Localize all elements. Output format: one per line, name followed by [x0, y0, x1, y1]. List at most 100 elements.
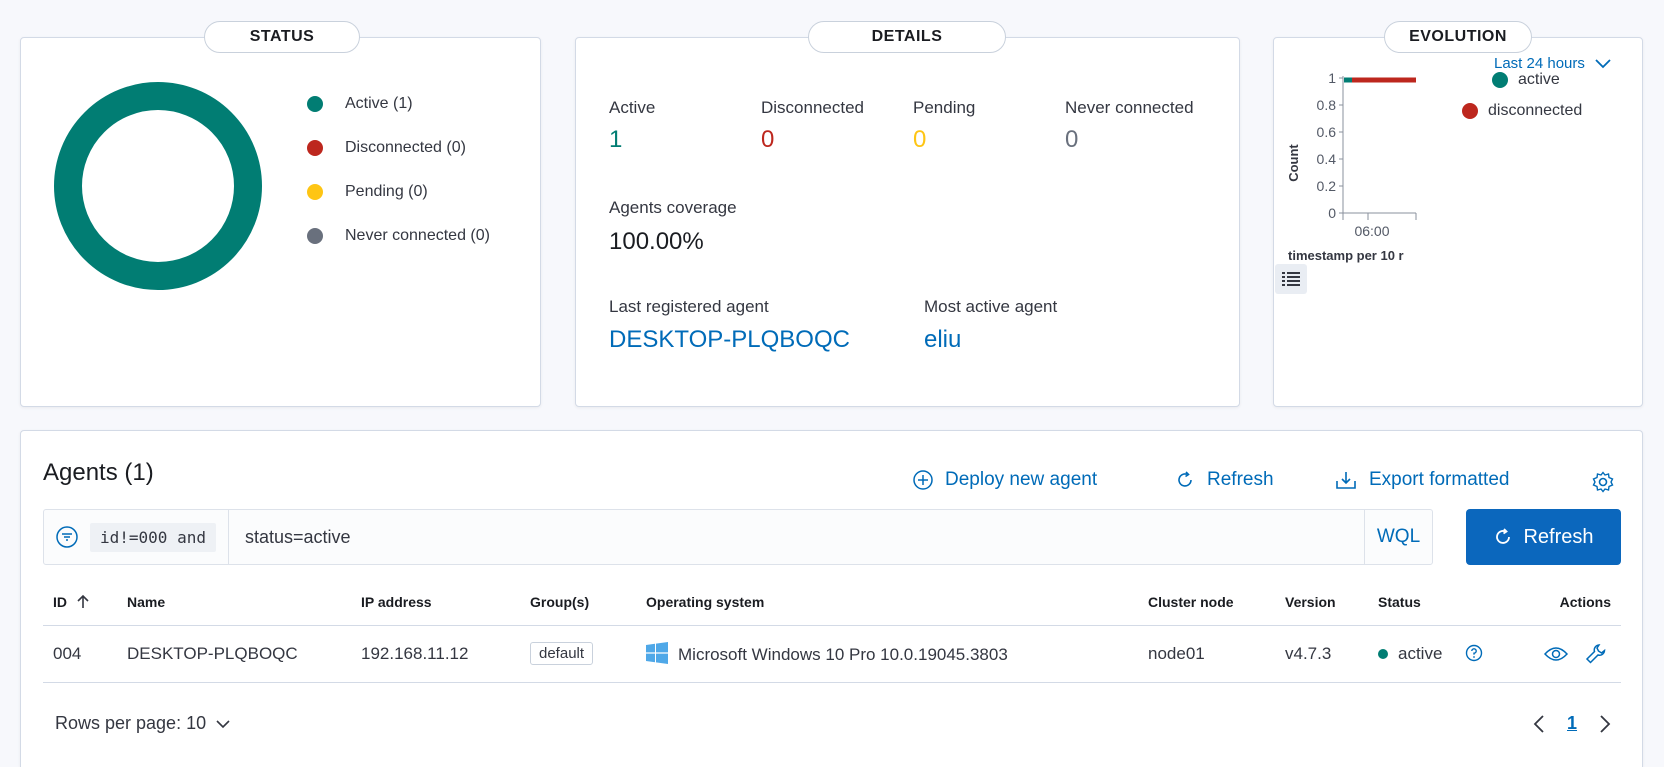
cell-os: Microsoft Windows 10 Pro 10.0.19045.3803 — [636, 625, 1138, 683]
legend-item-active[interactable]: Active (1) — [307, 82, 490, 126]
legend-label: Disconnected (0) — [345, 139, 466, 156]
filter-button[interactable] — [44, 526, 90, 548]
disconnected-label: Disconnected — [761, 98, 865, 117]
gear-icon — [1592, 471, 1614, 493]
pagination: 1 — [1533, 713, 1611, 734]
cell-actions — [1518, 625, 1621, 683]
chevron-down-icon — [216, 719, 230, 728]
col-group[interactable]: Group(s) — [520, 579, 636, 626]
sort-ascending-icon — [77, 594, 89, 608]
group-badge[interactable]: default — [530, 642, 594, 665]
y-tick: 0 — [1328, 205, 1336, 221]
legend-label: active — [1518, 71, 1560, 88]
refresh-icon — [1496, 528, 1511, 544]
query-prefix-chip: id!=000 and — [90, 522, 216, 552]
search-bar: id!=000 and WQL — [43, 509, 1433, 565]
agents-table: ID Name IP address Group(s) Operating sy… — [43, 579, 1621, 683]
legend-item-disconnected[interactable]: Disconnected (0) — [307, 126, 490, 170]
never-connected-count[interactable]: 0 — [1065, 126, 1078, 154]
rows-per-page-selector[interactable]: Rows per page: 10 — [55, 713, 230, 734]
chevron-right-icon[interactable] — [1599, 714, 1611, 733]
cell-id: 004 — [43, 625, 117, 683]
y-axis-label: Count — [1286, 144, 1301, 182]
legend-item-never-connected[interactable]: Never connected (0) — [307, 214, 490, 258]
most-active-agent-link[interactable]: eliu — [924, 326, 961, 354]
legend-label: disconnected — [1488, 102, 1583, 119]
details-panel: DETAILS Active 1 Disconnected 0 Pending … — [575, 21, 1240, 407]
col-status[interactable]: Status — [1368, 579, 1518, 626]
table-row[interactable]: 004 DESKTOP-PLQBOQC 192.168.11.12 defaul… — [43, 625, 1621, 683]
active-count[interactable]: 1 — [609, 126, 622, 154]
evolution-chart[interactable]: Count 1 0.8 0.6 0.4 0.2 0 06:00 timestam… — [1276, 68, 1426, 263]
x-tick: 06:00 — [1354, 223, 1389, 239]
cell-name: DESKTOP-PLQBOQC — [117, 625, 351, 683]
refresh-button[interactable]: Refresh — [1466, 509, 1621, 565]
status-dot-icon — [1378, 649, 1388, 660]
last-registered-agent-link[interactable]: DESKTOP-PLQBOQC — [609, 326, 850, 354]
export-formatted-button[interactable]: Export formatted — [1335, 469, 1509, 491]
col-name[interactable]: Name — [117, 579, 351, 626]
last-registered-label: Last registered agent — [609, 297, 769, 316]
toggle-data-table-button[interactable] — [1275, 264, 1307, 294]
disconnected-count[interactable]: 0 — [761, 126, 774, 154]
coverage-value: 100.00% — [609, 228, 704, 255]
active-dot-icon — [307, 96, 323, 112]
evo-legend-disconnected[interactable]: disconnected — [1462, 102, 1582, 120]
windows-icon — [646, 642, 668, 664]
col-node[interactable]: Cluster node — [1138, 579, 1275, 626]
pending-label: Pending — [913, 98, 976, 117]
status-legend: Active (1) Disconnected (0) Pending (0) … — [307, 82, 490, 258]
time-range-selector[interactable]: Last 24 hours — [1494, 55, 1611, 72]
eye-icon[interactable] — [1544, 645, 1569, 663]
active-label: Active — [609, 98, 656, 117]
col-actions: Actions — [1518, 579, 1621, 626]
coverage-label: Agents coverage — [609, 198, 737, 217]
os-label: Microsoft Windows 10 Pro 10.0.19045.3803 — [678, 645, 1008, 664]
refresh-label: Refresh — [1207, 469, 1274, 490]
never-connected-dot-icon — [307, 228, 323, 244]
col-version[interactable]: Version — [1275, 579, 1368, 626]
refresh-link-button[interactable]: Refresh — [1175, 469, 1274, 491]
legend-label: Never connected (0) — [345, 227, 490, 244]
cell-group: default — [520, 625, 636, 683]
table-header-row: ID Name IP address Group(s) Operating sy… — [43, 579, 1621, 626]
disconnected-dot-icon — [1462, 103, 1478, 119]
search-input[interactable] — [228, 510, 1364, 564]
refresh-button-label: Refresh — [1523, 525, 1594, 548]
legend-item-pending[interactable]: Pending (0) — [307, 170, 490, 214]
list-icon — [1282, 272, 1300, 286]
help-icon[interactable] — [1465, 644, 1483, 662]
y-tick: 1 — [1328, 70, 1336, 86]
cell-version: v4.7.3 — [1275, 625, 1368, 683]
pending-count[interactable]: 0 — [913, 126, 926, 154]
agents-panel: Agents (1) Deploy new agent Refresh Expo… — [20, 430, 1643, 767]
agents-title: Agents (1) — [43, 459, 154, 486]
status-panel: STATUS Active (1) Disconnected (0) Pendi… — [20, 21, 541, 407]
evo-legend-active[interactable]: active — [1492, 71, 1560, 89]
refresh-icon — [1178, 471, 1192, 487]
chevron-down-icon — [1595, 58, 1611, 68]
legend-label: Pending (0) — [345, 183, 428, 200]
cell-ip: 192.168.11.12 — [351, 625, 520, 683]
disconnected-dot-icon — [307, 140, 323, 156]
status-donut-chart[interactable] — [54, 82, 262, 290]
wql-button[interactable]: WQL — [1364, 510, 1432, 564]
evolution-title: EVOLUTION — [1384, 21, 1532, 53]
page-number-button[interactable]: 1 — [1567, 713, 1577, 734]
wrench-icon[interactable] — [1585, 643, 1607, 665]
pending-dot-icon — [307, 184, 323, 200]
details-title: DETAILS — [808, 21, 1006, 53]
export-label: Export formatted — [1369, 469, 1510, 490]
deploy-label: Deploy new agent — [945, 469, 1098, 490]
chevron-left-icon[interactable] — [1533, 714, 1545, 733]
evolution-panel: EVOLUTION Last 24 hours Count 1 0.8 0.6 … — [1273, 21, 1643, 407]
col-id[interactable]: ID — [43, 579, 117, 626]
col-ip[interactable]: IP address — [351, 579, 520, 626]
filter-icon — [56, 526, 78, 548]
table-settings-button[interactable] — [1592, 471, 1614, 498]
plus-circle-icon — [913, 470, 933, 490]
x-label-mask — [1419, 243, 1439, 263]
y-tick: 0.2 — [1317, 178, 1337, 194]
col-os[interactable]: Operating system — [636, 579, 1138, 626]
deploy-new-agent-button[interactable]: Deploy new agent — [913, 469, 1097, 491]
